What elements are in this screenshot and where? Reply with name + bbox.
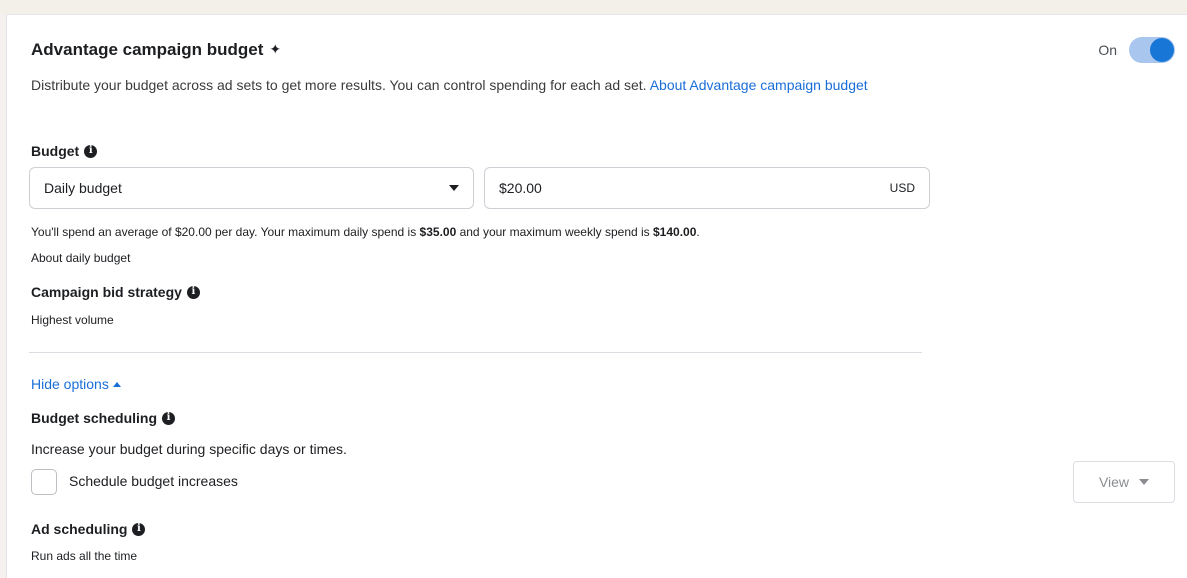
ad-scheduling-label: Ad scheduling i: [31, 521, 146, 537]
toggle-label: On: [1098, 42, 1117, 58]
ad-scheduling-info-icon[interactable]: i: [132, 522, 146, 536]
about-daily-budget-link[interactable]: About daily budget: [31, 251, 130, 265]
advantage-budget-toggle[interactable]: [1129, 37, 1175, 63]
budget-scheduling-label: Budget scheduling i: [31, 410, 175, 426]
advantage-toggle-group: On: [1098, 37, 1175, 63]
budget-type-value: Daily budget: [44, 180, 122, 196]
bid-strategy-value: Highest volume: [31, 313, 114, 327]
schedule-budget-label[interactable]: Schedule budget increases: [69, 473, 238, 489]
spend-text-1: You'll spend an average of $20.00 per da…: [31, 225, 420, 239]
bid-strategy-label-text: Campaign bid strategy: [31, 284, 182, 300]
title-text: Advantage campaign budget: [31, 40, 264, 59]
schedule-budget-checkbox[interactable]: [31, 469, 57, 495]
budget-info-icon[interactable]: i: [84, 144, 98, 158]
sparkle-icon: ✦: [269, 41, 282, 57]
spend-text-2: and your maximum weekly spend is: [456, 225, 653, 239]
chevron-down-icon: [449, 185, 459, 191]
view-label: View: [1098, 474, 1130, 490]
budget-amount-input[interactable]: [499, 180, 799, 196]
hide-options-link[interactable]: Hide options: [31, 376, 121, 392]
section-title: Advantage campaign budget ✦: [31, 40, 281, 60]
spend-summary: You'll spend an average of $20.00 per da…: [31, 225, 700, 239]
currency-label: USD: [889, 181, 915, 195]
view-dropdown-button[interactable]: View: [1073, 461, 1175, 503]
budget-type-select[interactable]: Daily budget: [29, 167, 474, 209]
budget-scheduling-label-text: Budget scheduling: [31, 410, 157, 426]
chevron-down-icon: [1139, 479, 1150, 485]
max-weekly-spend: $140.00: [653, 225, 697, 239]
description-text: Distribute your budget across ad sets to…: [31, 77, 647, 93]
ad-scheduling-label-text: Ad scheduling: [31, 521, 128, 537]
bid-strategy-info-icon[interactable]: i: [186, 285, 200, 299]
section-description: Distribute your budget across ad sets to…: [31, 77, 868, 93]
divider: [29, 352, 922, 353]
bid-strategy-label: Campaign bid strategy i: [31, 284, 200, 300]
budget-label: Budget i: [31, 143, 98, 159]
max-daily-spend: $35.00: [419, 225, 457, 239]
about-advantage-budget-link[interactable]: About Advantage campaign budget: [650, 77, 868, 93]
budget-scheduling-info-icon[interactable]: i: [162, 411, 175, 425]
toggle-knob: [1150, 38, 1174, 62]
budget-amount-field[interactable]: USD: [484, 167, 930, 209]
budget-scheduling-description: Increase your budget during specific day…: [31, 441, 347, 457]
budget-label-text: Budget: [31, 143, 80, 159]
caret-up-icon: [112, 381, 121, 387]
spend-text-3: .: [696, 225, 700, 239]
hide-options-text: Hide options: [31, 376, 109, 392]
top-strip: [0, 0, 1187, 14]
campaign-budget-card: Advantage campaign budget ✦ On Distribute…: [6, 14, 1187, 578]
ad-scheduling-value: Run ads all the time: [31, 549, 138, 563]
